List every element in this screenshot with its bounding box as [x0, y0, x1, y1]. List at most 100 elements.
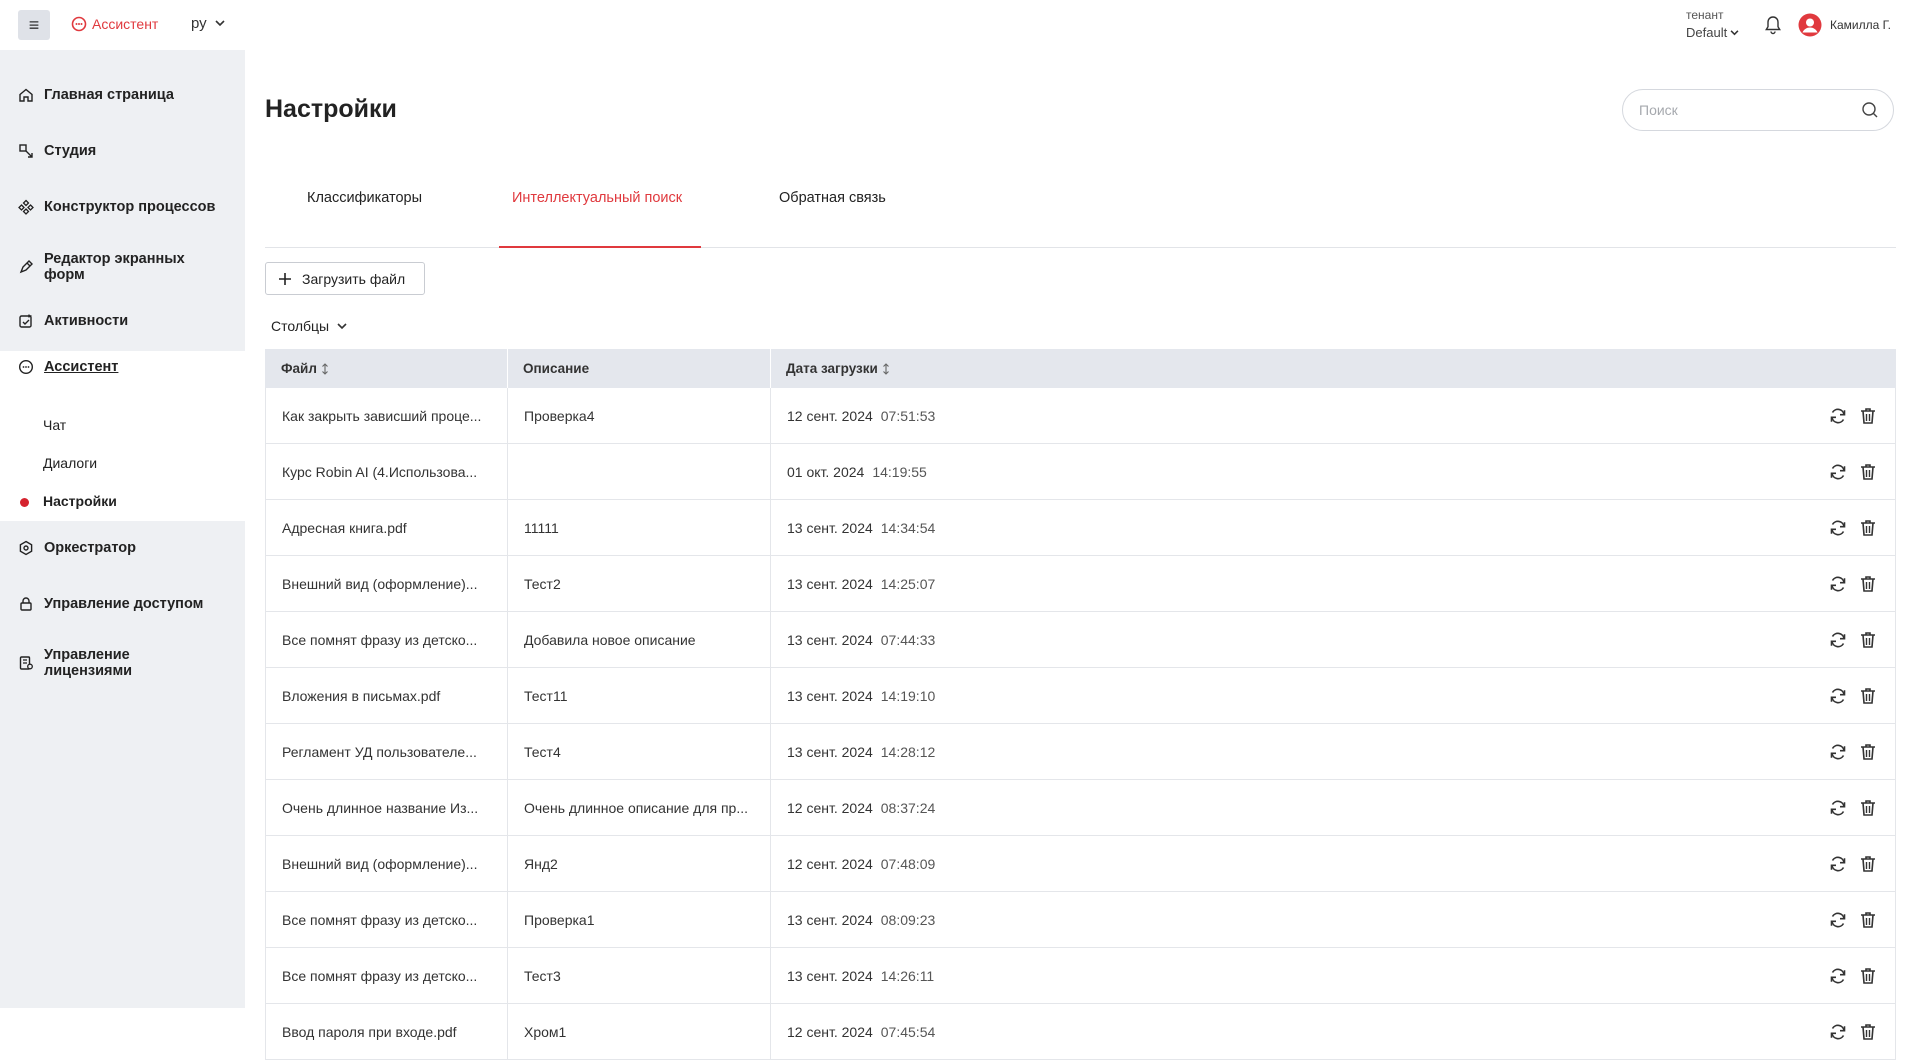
columns-dropdown[interactable]: Столбцы — [271, 318, 347, 334]
upload-file-button[interactable]: Загрузить файл — [265, 262, 425, 295]
tenant-selector[interactable]: тенант Default — [1686, 8, 1739, 40]
refresh-icon[interactable] — [1828, 910, 1848, 930]
file-name-cell[interactable]: Внешний вид (оформление)... — [282, 836, 492, 892]
search-box[interactable] — [1622, 89, 1894, 131]
sidebar-subitem-dialogs[interactable]: Диалоги — [43, 455, 97, 471]
sidebar-item-orchestrator[interactable]: Оркестратор — [0, 540, 245, 556]
upload-date-cell: 13 сент. 2024 07:44:33 — [787, 612, 935, 668]
file-name-cell[interactable]: Вложения в письмах.pdf — [282, 668, 492, 724]
upload-date-cell: 13 сент. 2024 14:34:54 — [787, 500, 935, 556]
trash-icon[interactable] — [1858, 462, 1878, 482]
trash-icon[interactable] — [1858, 798, 1878, 818]
trash-icon[interactable] — [1858, 910, 1878, 930]
search-input[interactable] — [1639, 102, 1861, 118]
upload-date: 13 сент. 2024 — [787, 632, 873, 648]
sidebar-subitem-chat[interactable]: Чат — [43, 417, 66, 433]
table-row[interactable]: Все помнят фразу из детско... Добавила н… — [265, 612, 1896, 668]
refresh-icon[interactable] — [1828, 574, 1848, 594]
sidebar-item-label: Главная страница — [44, 87, 174, 103]
row-actions — [1828, 910, 1878, 930]
sidebar-subitem-settings[interactable]: Настройки — [43, 493, 117, 509]
table-row[interactable]: Как закрыть зависший проце... Проверка4 … — [265, 388, 1896, 444]
sidebar-item-studio[interactable]: Студия — [0, 143, 245, 159]
language-selector[interactable]: ру — [191, 15, 225, 32]
trash-icon[interactable] — [1858, 854, 1878, 874]
menu-toggle-button[interactable]: ≡ — [18, 10, 50, 40]
refresh-icon[interactable] — [1828, 742, 1848, 762]
refresh-icon[interactable] — [1828, 462, 1848, 482]
upload-date-cell: 13 сент. 2024 14:25:07 — [787, 556, 935, 612]
sidebar-item-process-constructor[interactable]: Конструктор процессов — [0, 199, 245, 215]
refresh-icon[interactable] — [1828, 966, 1848, 986]
tab-feedback[interactable]: Обратная связь — [779, 190, 886, 206]
file-name-cell[interactable]: Ввод пароля при входе.pdf — [282, 1004, 492, 1060]
column-divider — [507, 668, 508, 724]
brand[interactable]: Ассистент — [71, 16, 158, 32]
upload-date-cell: 12 сент. 2024 08:37:24 — [787, 780, 935, 836]
user-menu[interactable]: Камилла Г. — [1798, 13, 1891, 37]
file-name-cell[interactable]: Как закрыть зависший проце... — [282, 388, 492, 444]
refresh-icon[interactable] — [1828, 1022, 1848, 1042]
sort-icon[interactable] — [882, 362, 890, 375]
column-header-date[interactable]: Дата загрузки — [786, 349, 890, 388]
tenant-label: тенант — [1686, 8, 1724, 22]
upload-time: 08:09:23 — [880, 912, 936, 928]
file-name-cell[interactable]: Адресная книга.pdf — [282, 500, 492, 556]
trash-icon[interactable] — [1858, 574, 1878, 594]
table-row[interactable]: Очень длинное название Из... Очень длинн… — [265, 780, 1896, 836]
sidebar-item-access-control[interactable]: Управление доступом — [0, 596, 245, 612]
file-name-cell[interactable]: Регламент УД пользователе... — [282, 724, 492, 780]
column-divider — [507, 444, 508, 500]
refresh-icon[interactable] — [1828, 406, 1848, 426]
table-row[interactable]: Внешний вид (оформление)... Тест2 13 сен… — [265, 556, 1896, 612]
trash-icon[interactable] — [1858, 406, 1878, 426]
description-cell: Тест2 — [524, 576, 561, 592]
table-row[interactable]: Все помнят фразу из детско... Тест3 13 с… — [265, 948, 1896, 1004]
activity-icon — [19, 314, 32, 328]
refresh-icon[interactable] — [1828, 630, 1848, 650]
refresh-icon[interactable] — [1828, 854, 1848, 874]
file-name-cell[interactable]: Все помнят фразу из детско... — [282, 612, 492, 668]
sidebar-item-license-management[interactable]: Управление лицензиями — [0, 647, 245, 679]
table-row[interactable]: Адресная книга.pdf 11111 13 сент. 2024 1… — [265, 500, 1896, 556]
sidebar-item-activities[interactable]: Активности — [0, 313, 245, 329]
upload-date-cell: 13 сент. 2024 14:26:11 — [787, 948, 934, 1004]
search-icon[interactable] — [1861, 101, 1879, 119]
table-row[interactable]: Внешний вид (оформление)... Янд2 12 сент… — [265, 836, 1896, 892]
file-name-cell[interactable]: Внешний вид (оформление)... — [282, 556, 492, 612]
sidebar-item-home[interactable]: Главная страница — [0, 87, 245, 103]
sidebar-item-label: Ассистент — [44, 359, 119, 375]
sidebar-item-assistant[interactable]: Ассистент — [0, 359, 245, 375]
table-row[interactable]: Вложения в письмах.pdf Тест11 13 сент. 2… — [265, 668, 1896, 724]
upload-date: 13 сент. 2024 — [787, 744, 873, 760]
file-name-cell[interactable]: Все помнят фразу из детско... — [282, 948, 492, 1004]
chevron-down-icon — [1730, 29, 1739, 35]
sort-icon[interactable] — [321, 362, 329, 375]
upload-date: 13 сент. 2024 — [787, 688, 873, 704]
sidebar-item-form-editor[interactable]: Редактор экранных форм — [0, 251, 245, 283]
refresh-icon[interactable] — [1828, 518, 1848, 538]
trash-icon[interactable] — [1858, 630, 1878, 650]
table-row[interactable]: Регламент УД пользователе... Тест4 13 се… — [265, 724, 1896, 780]
file-name-cell[interactable]: Очень длинное название Из... — [282, 780, 492, 836]
trash-icon[interactable] — [1858, 686, 1878, 706]
avatar — [1798, 13, 1822, 37]
upload-time: 14:19:55 — [872, 464, 927, 480]
file-name-cell[interactable]: Все помнят фразу из детско... — [282, 892, 492, 948]
table-row[interactable]: Курс Robin AI (4.Использова... 01 окт. 2… — [265, 444, 1896, 500]
bell-icon[interactable] — [1762, 14, 1784, 36]
refresh-icon[interactable] — [1828, 798, 1848, 818]
table-row[interactable]: Все помнят фразу из детско... Проверка1 … — [265, 892, 1896, 948]
column-header-description[interactable]: Описание — [523, 349, 589, 388]
file-name-cell[interactable]: Курс Robin AI (4.Использова... — [282, 444, 492, 500]
trash-icon[interactable] — [1858, 742, 1878, 762]
refresh-icon[interactable] — [1828, 686, 1848, 706]
tab-intelligent-search[interactable]: Интеллектуальный поиск — [512, 190, 682, 206]
trash-icon[interactable] — [1858, 966, 1878, 986]
table-row[interactable]: Ввод пароля при входе.pdf Хром1 12 сент.… — [265, 1004, 1896, 1060]
tab-classifiers[interactable]: Классификаторы — [307, 190, 422, 206]
trash-icon[interactable] — [1858, 1022, 1878, 1042]
column-header-file[interactable]: Файл — [281, 349, 329, 388]
upload-date: 12 сент. 2024 — [787, 856, 873, 872]
trash-icon[interactable] — [1858, 518, 1878, 538]
